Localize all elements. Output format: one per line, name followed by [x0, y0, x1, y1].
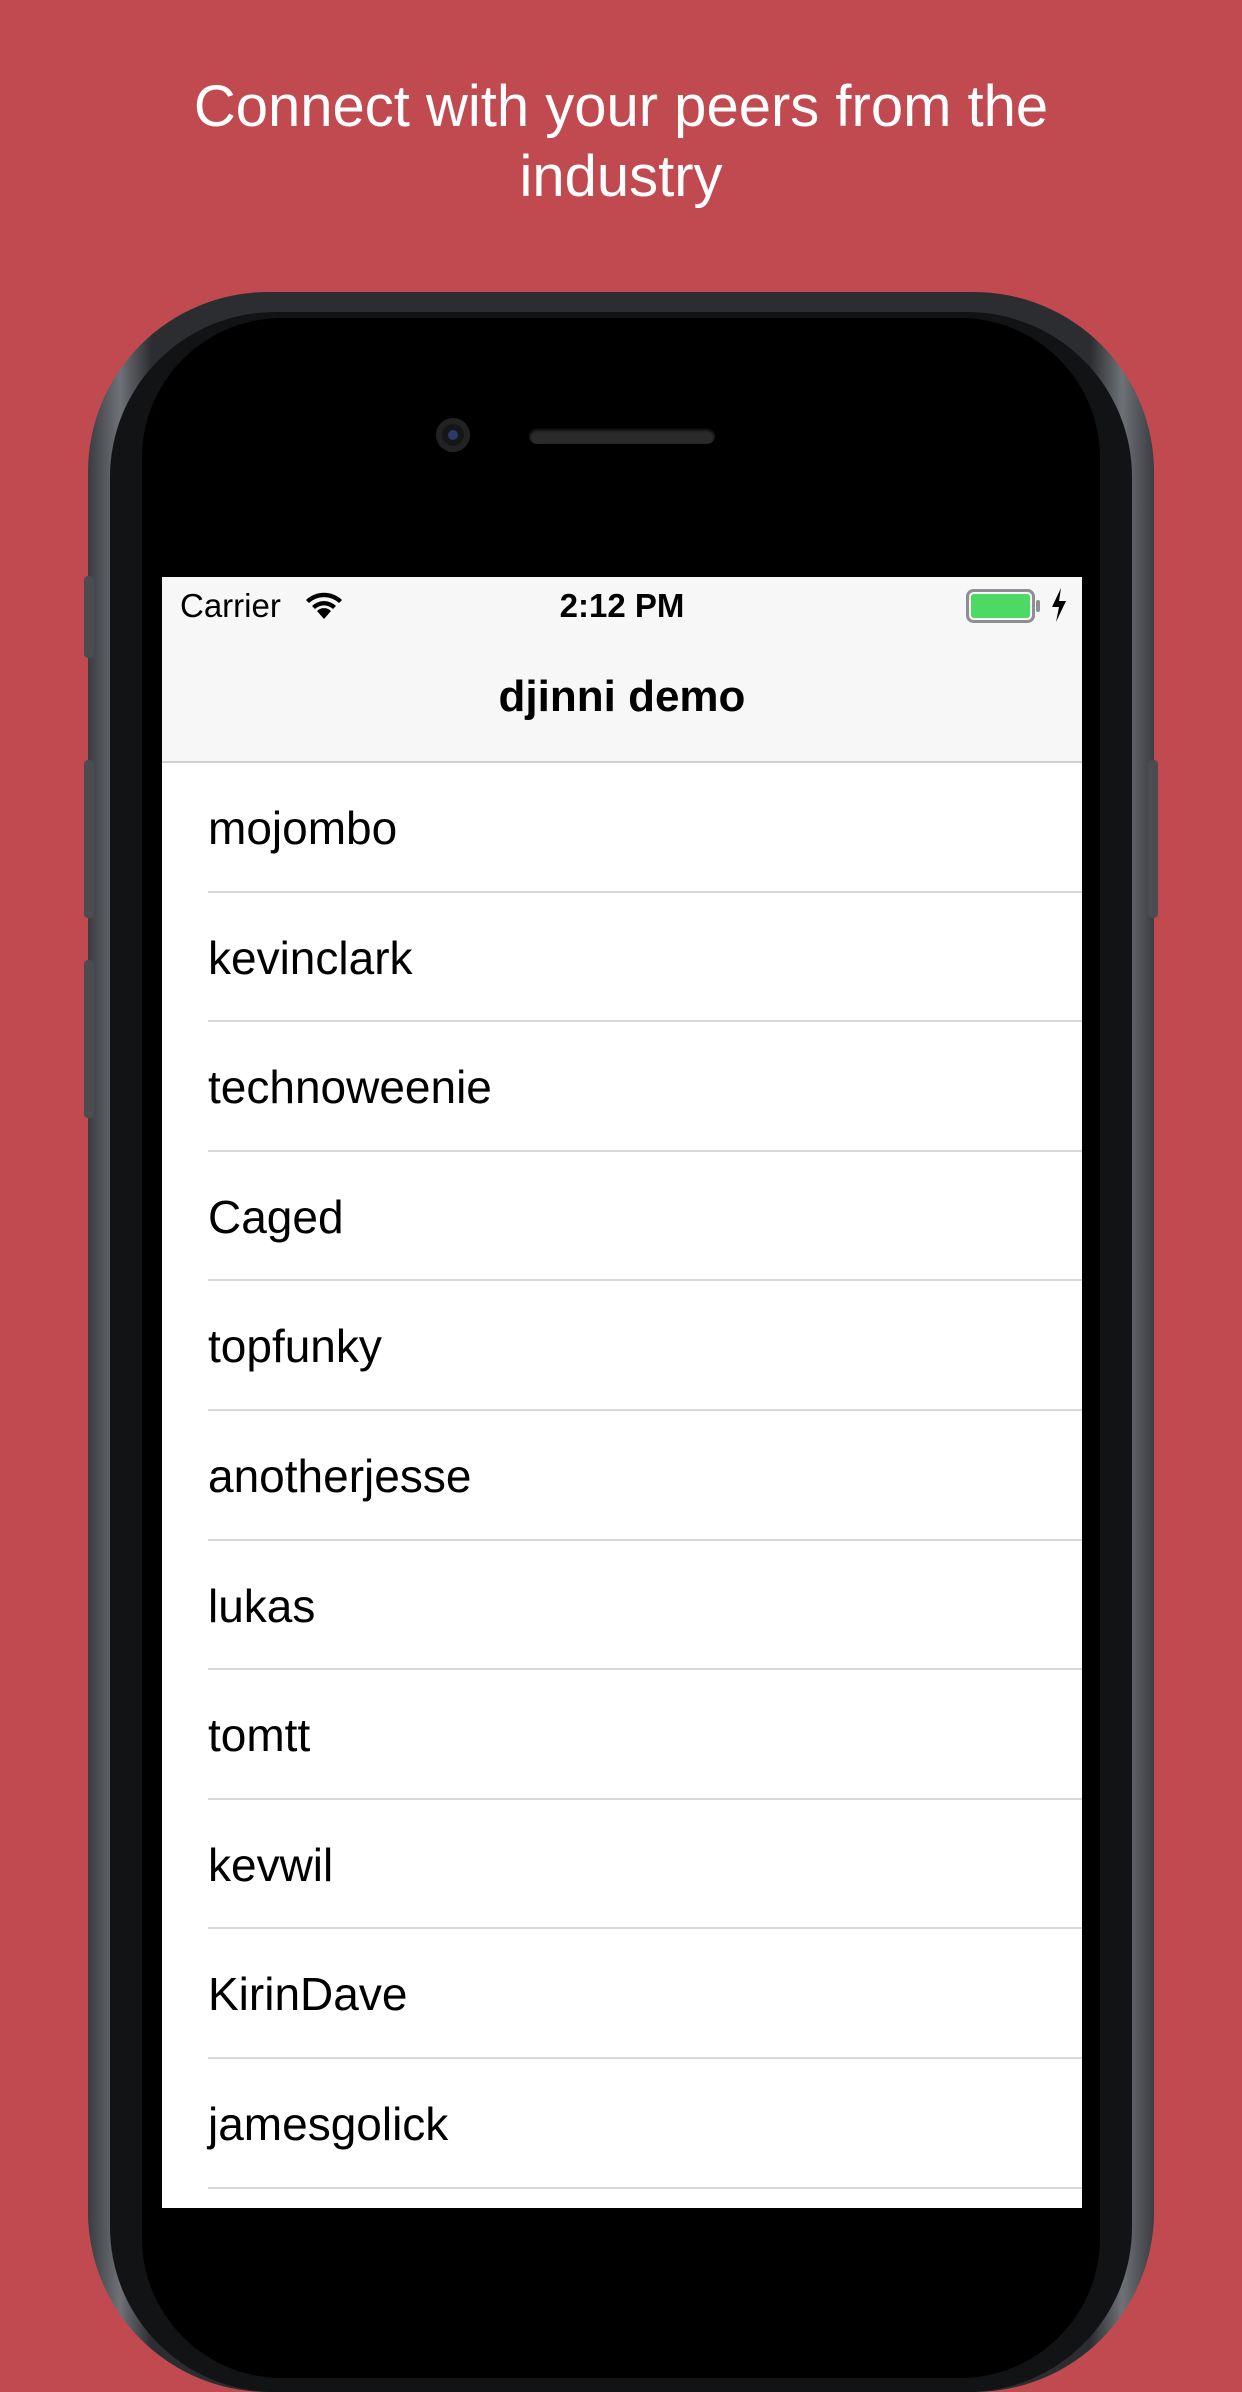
user-name: jamesgolick: [208, 2097, 449, 2150]
promo-headline-line-1: Connect with your peers from the: [193, 74, 1049, 139]
user-name: kevinclark: [208, 931, 413, 984]
user-row[interactable]: kevwil: [162, 1800, 1082, 1930]
user-name: topfunky: [208, 1320, 382, 1373]
status-bar: Carrier 2:12 PM: [162, 577, 1082, 637]
user-list: mojombo kevinclark technoweenie Caged topfun…: [162, 763, 1082, 2189]
row-separator: [208, 2186, 1082, 2189]
user-row[interactable]: jamesgolick: [162, 2059, 1082, 2189]
user-row[interactable]: anotherjesse: [162, 1411, 1082, 1541]
user-row[interactable]: topfunky: [162, 1281, 1082, 1411]
charging-icon: [1052, 588, 1066, 622]
user-name: mojombo: [208, 802, 398, 854]
promo-headline-line-2: industry: [519, 144, 723, 209]
earpiece-speaker: [529, 428, 715, 444]
user-name: kevwil: [208, 1838, 334, 1891]
nav-title: djinni demo: [498, 672, 746, 721]
battery-icon: [966, 589, 1040, 623]
user-name: tomtt: [208, 1709, 311, 1762]
user-name: KirinDave: [208, 1968, 408, 2021]
user-row[interactable]: mojombo: [162, 763, 1082, 893]
user-row[interactable]: kevinclark: [162, 893, 1082, 1023]
phone-screen: Carrier 2:12 PM djinni demo mojombo kevin…: [162, 577, 1082, 2208]
user-row[interactable]: KirinDave: [162, 1929, 1082, 2059]
user-row[interactable]: technoweenie: [162, 1022, 1082, 1152]
user-name: anotherjesse: [208, 1449, 472, 1502]
user-name: Caged: [208, 1190, 344, 1243]
navigation-bar: djinni demo: [162, 637, 1082, 763]
user-row[interactable]: tomtt: [162, 1670, 1082, 1800]
user-name: technoweenie: [208, 1061, 492, 1114]
user-row[interactable]: lukas: [162, 1541, 1082, 1671]
promo-headline: Connect with your peers from the industr…: [0, 72, 1242, 212]
power-button: [1148, 760, 1158, 918]
mute-switch: [84, 576, 94, 658]
user-row[interactable]: Caged: [162, 1152, 1082, 1282]
volume-down-button: [84, 960, 94, 1118]
volume-up-button: [84, 760, 94, 918]
status-time: 2:12 PM: [559, 587, 685, 624]
user-name: lukas: [208, 1579, 316, 1632]
front-camera: [436, 418, 470, 452]
